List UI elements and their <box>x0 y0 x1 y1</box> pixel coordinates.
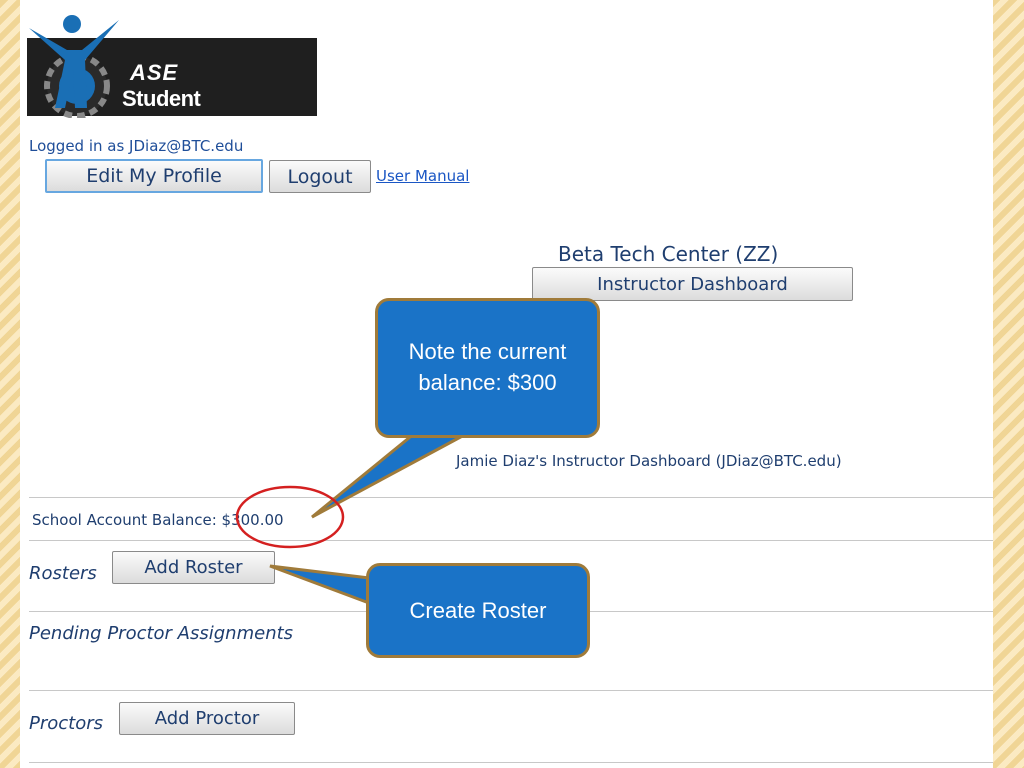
logout-button[interactable]: Logout <box>269 160 371 193</box>
logo-tagline: Student Certification <box>122 86 244 137</box>
proctors-label: Proctors <box>29 713 104 734</box>
roster-callout-tail <box>269 564 371 606</box>
add-proctor-button[interactable]: Add Proctor <box>119 702 295 735</box>
create-roster-note: Create Roster <box>409 597 547 623</box>
dashboard-title: Jamie Diaz's Instructor Dashboard (JDiaz… <box>456 452 842 470</box>
ase-logo: ASE Student Certification <box>27 8 319 137</box>
school-title: Beta Tech Center (ZZ) <box>558 242 779 266</box>
balance-callout-tail <box>311 431 469 519</box>
divider <box>29 497 993 498</box>
balance-note-callout: Note the current balance: $300 <box>375 298 600 438</box>
left-border-decoration <box>0 0 20 768</box>
page-content: ASE Student Certification Logged in as J… <box>20 0 993 768</box>
logged-in-status: Logged in as JDiaz@BTC.edu <box>29 137 244 155</box>
balance-note-line2: balance: $300 <box>418 370 557 395</box>
gear-figure-icon <box>29 15 119 118</box>
school-account-balance: School Account Balance: $300.00 <box>32 511 284 529</box>
balance-note-line1: Note the current <box>408 339 567 365</box>
logo-brand-mark: ASE <box>130 60 179 85</box>
divider <box>29 762 993 763</box>
divider <box>29 690 993 691</box>
rosters-label: Rosters <box>29 563 97 584</box>
create-roster-callout: Create Roster <box>366 563 590 658</box>
add-roster-button[interactable]: Add Roster <box>112 551 275 584</box>
right-border-decoration <box>992 0 1024 768</box>
edit-profile-button[interactable]: Edit My Profile <box>45 159 263 193</box>
divider <box>29 540 993 541</box>
instructor-dashboard-button[interactable]: Instructor Dashboard <box>532 267 853 301</box>
user-manual-link[interactable]: User Manual <box>376 167 469 185</box>
pending-proctor-assignments-label: Pending Proctor Assignments <box>29 623 294 644</box>
